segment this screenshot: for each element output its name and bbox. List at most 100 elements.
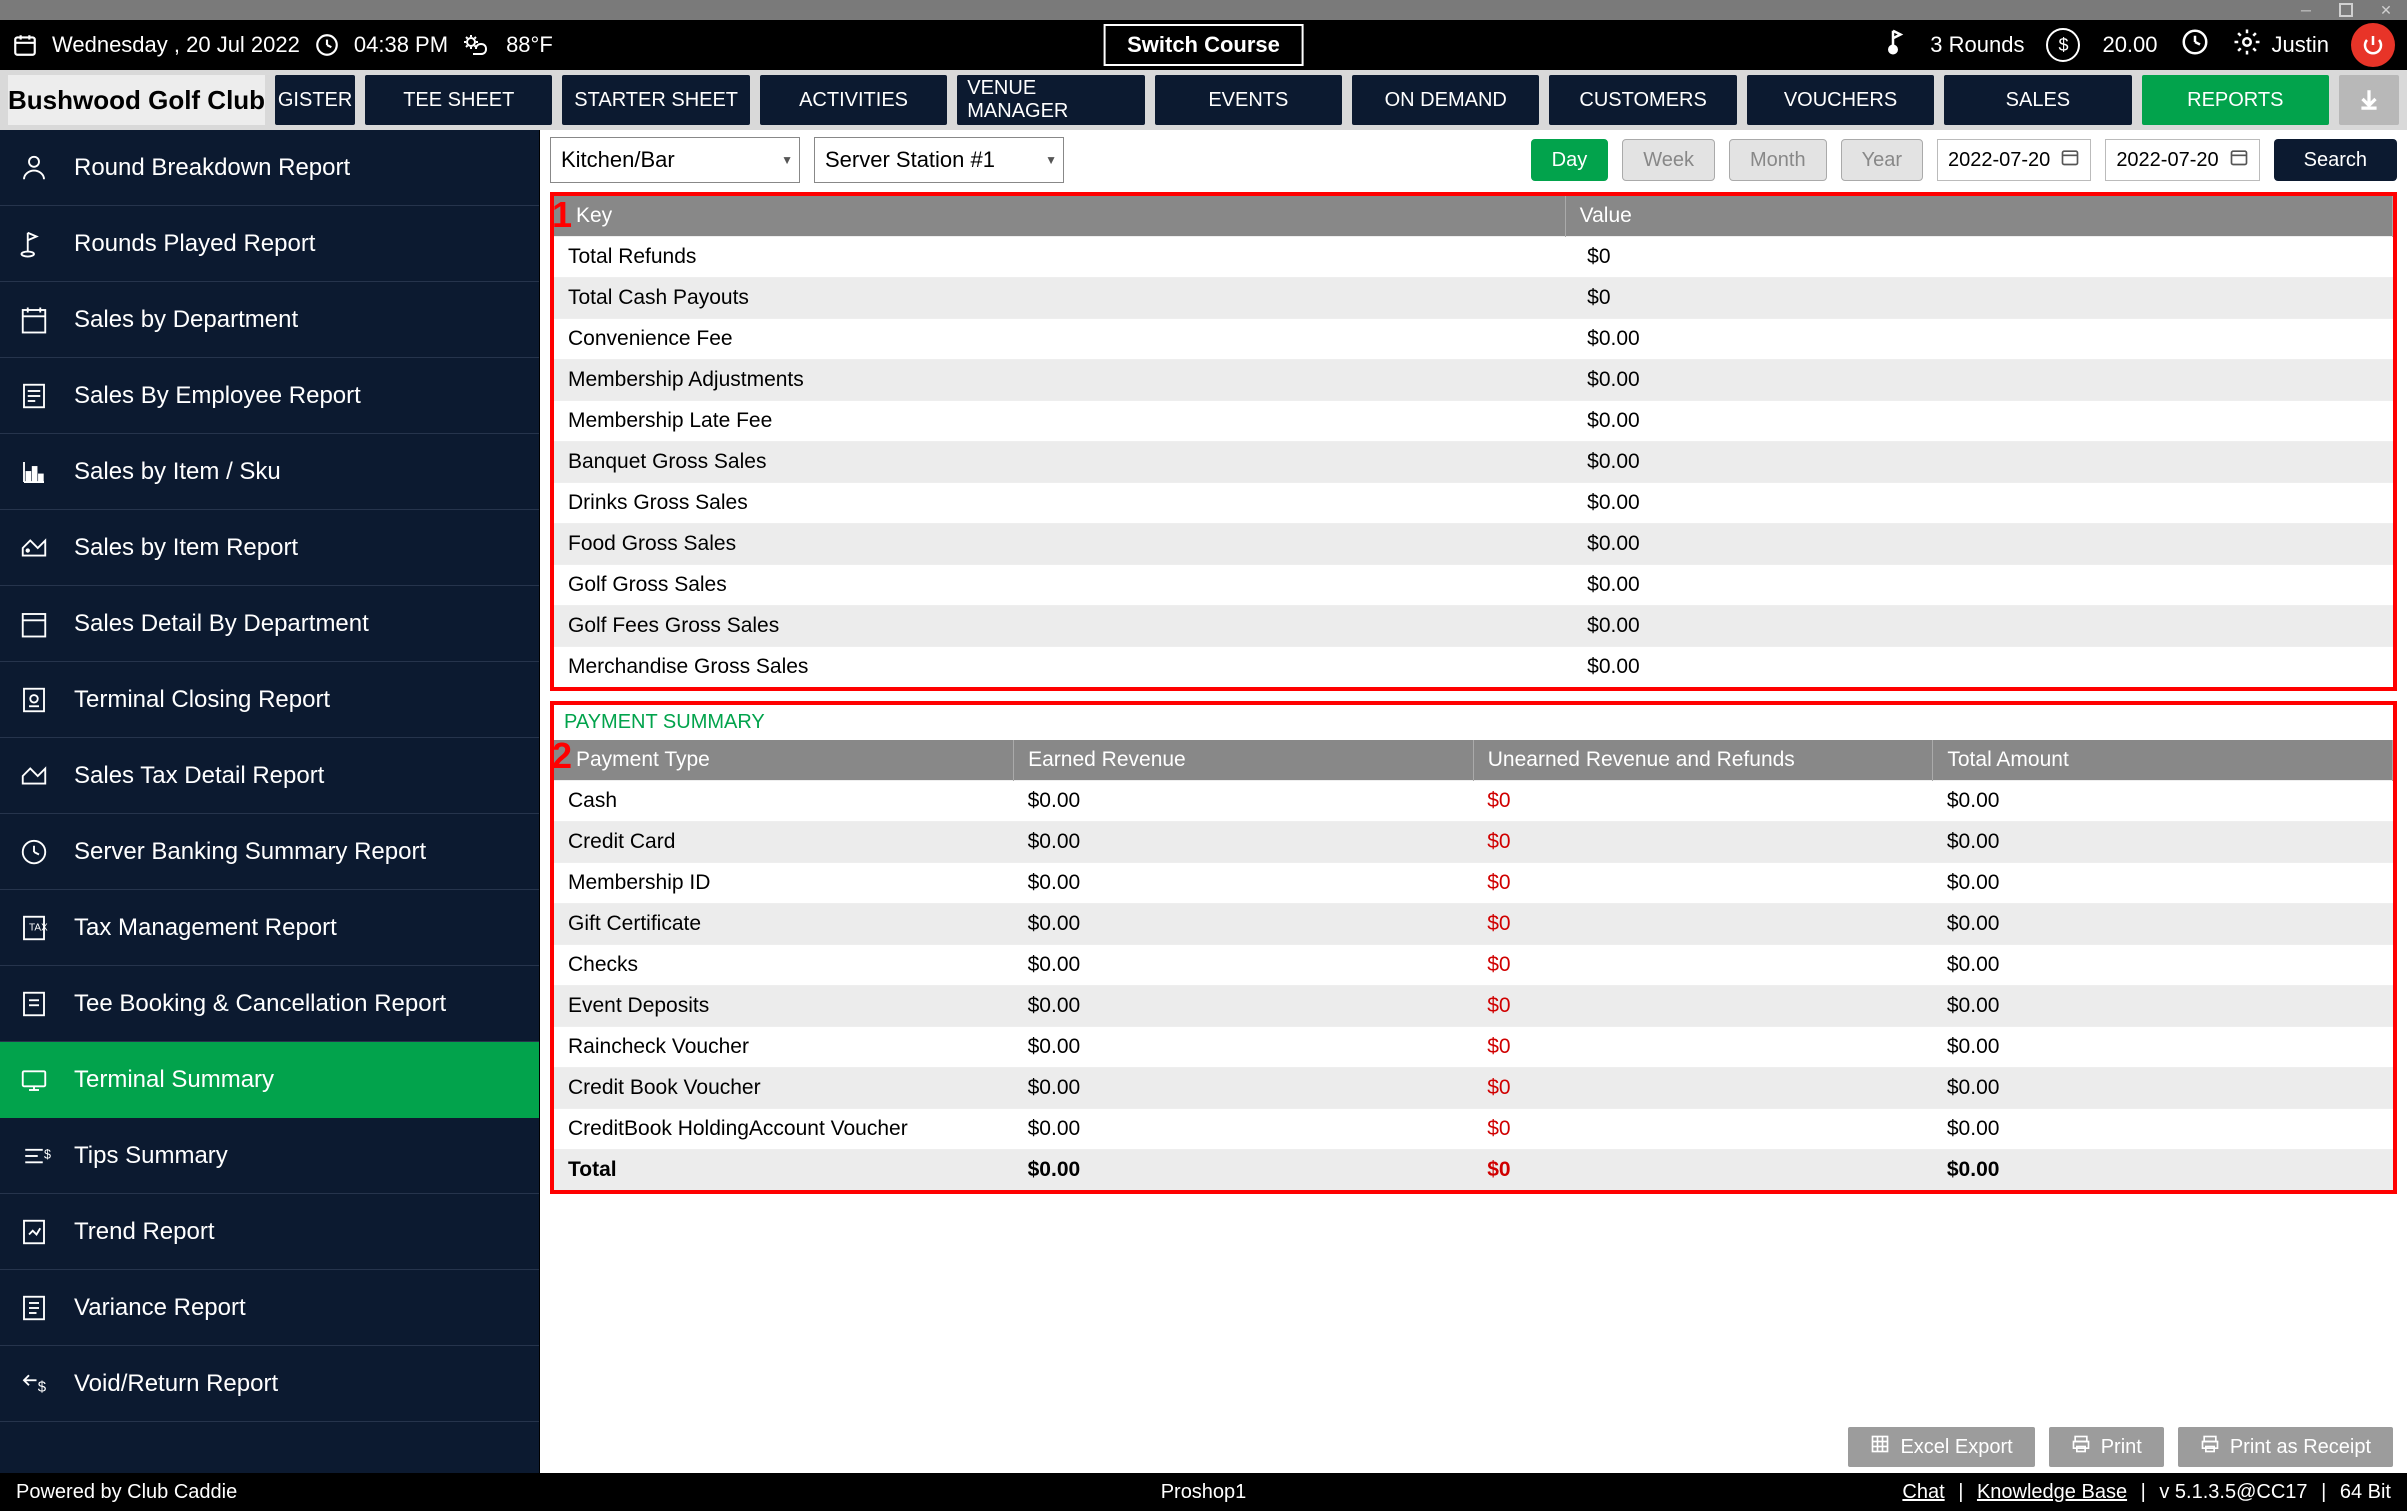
sidebar-item-sales-by-item-sku[interactable]: Sales by Item / Sku xyxy=(0,434,539,510)
cell-unearned: $0 xyxy=(1473,945,1933,986)
switch-course-button[interactable]: Switch Course xyxy=(1103,24,1304,66)
chevron-down-icon: ▼ xyxy=(1045,153,1057,167)
sidebar-item-label: Void/Return Report xyxy=(74,1370,278,1398)
table-row: Drinks Gross Sales$0.00 xyxy=(554,483,2393,524)
sidebar-item-trend-report[interactable]: Trend Report xyxy=(0,1194,539,1270)
cell-total: $0.00 xyxy=(1933,1150,2393,1191)
brand-label: Bushwood Golf Club xyxy=(8,75,265,125)
nav-tab-reports[interactable]: REPORTS xyxy=(2142,75,2329,125)
date-from-input[interactable]: 2022-07-20 xyxy=(1937,139,2091,181)
nav-tab-events[interactable]: EVENTS xyxy=(1155,75,1342,125)
station-dropdown[interactable]: Server Station #1 ▼ xyxy=(814,137,1064,183)
payment-summary-table: Payment Type Earned Revenue Unearned Rev… xyxy=(554,740,2393,1190)
cell-unearned: $0 xyxy=(1473,822,1933,863)
table-row: Gift Certificate$0.00$0$0.00 xyxy=(554,904,2393,945)
annotation-number-1: 1 xyxy=(552,194,572,236)
search-button[interactable]: Search xyxy=(2274,139,2397,181)
clock-icon xyxy=(314,32,340,58)
rounds-text: 3 Rounds xyxy=(1930,32,2024,58)
sidebar-item-sales-by-employee-report[interactable]: Sales By Employee Report xyxy=(0,358,539,434)
cell-unearned: $0 xyxy=(1473,1150,1933,1191)
temp-text: 88°F xyxy=(506,32,553,58)
location-dropdown[interactable]: Kitchen/Bar ▼ xyxy=(550,137,800,183)
print-button[interactable]: Print xyxy=(2049,1427,2164,1467)
cell-type: Checks xyxy=(554,945,1014,986)
minimize-button[interactable]: ─ xyxy=(2293,1,2319,19)
print-receipt-label: Print as Receipt xyxy=(2230,1436,2371,1459)
nav-tab-venue-manager[interactable]: VENUE MANAGER xyxy=(957,75,1144,125)
annotation-box-2: PAYMENT SUMMARY 2 Payment Type Earned Re… xyxy=(550,701,2397,1194)
cell-value: $0.00 xyxy=(1565,319,2392,360)
nav-tab-customers[interactable]: CUSTOMERS xyxy=(1549,75,1736,125)
date-to-input[interactable]: 2022-07-20 xyxy=(2105,139,2259,181)
nav-tab-sales[interactable]: SALES xyxy=(1944,75,2131,125)
sidebar-item-icon xyxy=(14,609,54,639)
sidebar-item-void-return-report[interactable]: $Void/Return Report xyxy=(0,1346,539,1422)
table-row: Food Gross Sales$0.00 xyxy=(554,524,2393,565)
sidebar-item-label: Rounds Played Report xyxy=(74,230,315,258)
sidebar-item-label: Tee Booking & Cancellation Report xyxy=(74,990,446,1018)
nav-tab-register-partial[interactable]: GISTER xyxy=(275,75,355,125)
cell-unearned: $0 xyxy=(1473,1068,1933,1109)
cell-earned: $0.00 xyxy=(1014,822,1474,863)
range-day-button[interactable]: Day xyxy=(1531,139,1609,181)
cell-unearned: $0 xyxy=(1473,986,1933,1027)
excel-export-button[interactable]: Excel Export xyxy=(1848,1427,2034,1467)
date-to-value: 2022-07-20 xyxy=(2116,149,2218,172)
maximize-button[interactable] xyxy=(2333,1,2359,19)
sidebar-item-tax-management-report[interactable]: TAXTax Management Report xyxy=(0,890,539,966)
filter-bar: Kitchen/Bar ▼ Server Station #1 ▼ Day We… xyxy=(540,130,2407,190)
sidebar-item-rounds-played-report[interactable]: Rounds Played Report xyxy=(0,206,539,282)
spreadsheet-icon xyxy=(1870,1434,1890,1460)
sidebar-item-label: Sales Detail By Department xyxy=(74,610,369,638)
sidebar-item-sales-detail-by-department[interactable]: Sales Detail By Department xyxy=(0,586,539,662)
cell-type: Raincheck Voucher xyxy=(554,1027,1014,1068)
sidebar-item-icon xyxy=(14,381,54,411)
cell-earned: $0.00 xyxy=(1014,986,1474,1027)
nav-scroll-right[interactable] xyxy=(2339,75,2399,125)
table-row: Checks$0.00$0$0.00 xyxy=(554,945,2393,986)
sidebar-item-icon xyxy=(14,685,54,715)
footer-kb-link[interactable]: Knowledge Base xyxy=(1977,1481,2127,1504)
sidebar-item-tips-summary[interactable]: $Tips Summary xyxy=(0,1118,539,1194)
nav-tab-on-demand[interactable]: ON DEMAND xyxy=(1352,75,1539,125)
nav-tab-activities[interactable]: ACTIVITIES xyxy=(760,75,947,125)
cell-value: $0.00 xyxy=(1565,360,2392,401)
footer-chat-link[interactable]: Chat xyxy=(1902,1481,1944,1504)
excel-export-label: Excel Export xyxy=(1900,1436,2012,1459)
table-row: Golf Fees Gross Sales$0.00 xyxy=(554,606,2393,647)
calendar-icon xyxy=(12,32,38,58)
sidebar-item-server-banking-summary-report[interactable]: Server Banking Summary Report xyxy=(0,814,539,890)
print-label: Print xyxy=(2101,1436,2142,1459)
sidebar-item-sales-by-department[interactable]: Sales by Department xyxy=(0,282,539,358)
footer-bit: 64 Bit xyxy=(2340,1481,2391,1504)
sidebar-item-terminal-summary[interactable]: Terminal Summary xyxy=(0,1042,539,1118)
sidebar-item-sales-tax-detail-report[interactable]: Sales Tax Detail Report xyxy=(0,738,539,814)
history-icon[interactable] xyxy=(2180,27,2210,63)
nav-tab-vouchers[interactable]: VOUCHERS xyxy=(1747,75,1934,125)
nav-tab-tee-sheet[interactable]: TEE SHEET xyxy=(365,75,552,125)
power-button[interactable] xyxy=(2351,23,2395,67)
sidebar-item-variance-report[interactable]: Variance Report xyxy=(0,1270,539,1346)
cell-key: Drinks Gross Sales xyxy=(554,483,1565,524)
range-year-button[interactable]: Year xyxy=(1841,139,1923,181)
cell-total: $0.00 xyxy=(1933,781,2393,822)
sidebar-item-round-breakdown-report[interactable]: Round Breakdown Report xyxy=(0,130,539,206)
sidebar-item-terminal-closing-report[interactable]: Terminal Closing Report xyxy=(0,662,539,738)
cell-total: $0.00 xyxy=(1933,863,2393,904)
gear-icon[interactable] xyxy=(2232,27,2262,63)
close-button[interactable]: ✕ xyxy=(2373,1,2399,19)
sidebar-item-icon xyxy=(14,1293,54,1323)
cell-key: Golf Gross Sales xyxy=(554,565,1565,606)
range-week-button[interactable]: Week xyxy=(1622,139,1715,181)
table-row: Golf Gross Sales$0.00 xyxy=(554,565,2393,606)
print-receipt-button[interactable]: Print as Receipt xyxy=(2178,1427,2393,1467)
sidebar-item-icon xyxy=(14,1065,54,1095)
sidebar-item-label: Sales By Employee Report xyxy=(74,382,361,410)
bottom-action-bar: Excel Export Print Print as Receipt xyxy=(540,1421,2407,1473)
sidebar-item-sales-by-item-report[interactable]: Sales by Item Report xyxy=(0,510,539,586)
nav-tab-starter-sheet[interactable]: STARTER SHEET xyxy=(562,75,749,125)
range-month-button[interactable]: Month xyxy=(1729,139,1827,181)
sidebar-item-tee-booking-cancellation-report[interactable]: Tee Booking & Cancellation Report xyxy=(0,966,539,1042)
table-row: Event Deposits$0.00$0$0.00 xyxy=(554,986,2393,1027)
